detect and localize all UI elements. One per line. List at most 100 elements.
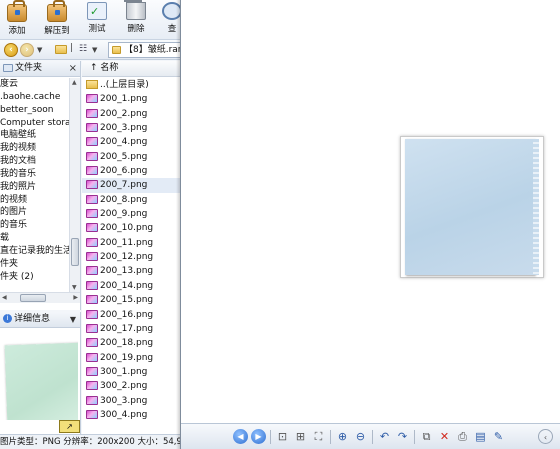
parent-folder-row[interactable]: ..(上层目录) — [82, 78, 180, 92]
path-field[interactable]: 【8】皱纸.rar\ — [108, 42, 180, 58]
tree-horizontal-thumb[interactable] — [20, 294, 46, 302]
file-row[interactable]: 200_14.png — [82, 279, 180, 293]
test-button[interactable]: 测试 — [80, 2, 114, 38]
edit-icon[interactable]: ✎ — [491, 429, 506, 444]
rotate-left-icon[interactable]: ↶ — [377, 429, 392, 444]
file-row[interactable]: 300_2.png — [82, 379, 180, 393]
png-file-icon — [86, 295, 98, 305]
file-name: 200_8.png — [100, 194, 148, 205]
file-row[interactable]: 300_3.png — [82, 394, 180, 408]
file-name: 200_12.png — [100, 252, 154, 263]
file-row[interactable]: 200_11.png — [82, 236, 180, 250]
tree-item[interactable]: 我的视频 — [0, 142, 69, 155]
copy-icon[interactable]: ⧉ — [419, 429, 434, 444]
add-archive-icon — [7, 0, 27, 22]
file-list-pane: ↑ 名称 ..(上层目录) 200_1.png 200_2.png 200_3.pn… — [82, 61, 180, 434]
tree-item[interactable]: 我的文档 — [0, 155, 69, 168]
tree-item[interactable]: Computer storag — [0, 117, 69, 130]
rotate-right-icon[interactable]: ↷ — [395, 429, 410, 444]
file-row[interactable]: 200_12.png — [82, 250, 180, 264]
save-icon[interactable]: ▤ — [473, 429, 488, 444]
scroll-down-icon[interactable]: ▼ — [72, 284, 77, 291]
png-file-icon — [86, 309, 98, 319]
file-row[interactable]: 200_10.png — [82, 221, 180, 235]
scroll-left-icon[interactable]: ◀ — [2, 294, 7, 301]
file-row[interactable]: 200_7.png — [82, 178, 180, 193]
view-mode-icon[interactable]: ☷ — [79, 44, 87, 54]
close-icon[interactable]: × — [69, 61, 77, 76]
file-row[interactable]: 200_1.png — [82, 92, 180, 106]
back-icon[interactable]: ‹ — [4, 43, 18, 57]
file-row[interactable]: 200_16.png — [82, 308, 180, 322]
tree-item[interactable]: 我的音乐 — [0, 168, 69, 181]
add-button-label: 添加 — [8, 26, 26, 36]
tree-item[interactable]: 件夹 (2) — [0, 271, 69, 284]
png-file-icon — [86, 94, 98, 104]
file-row[interactable]: 200_6.png — [82, 164, 180, 178]
extract-button[interactable]: 解压到 — [38, 0, 76, 38]
file-name: 300_3.png — [100, 395, 148, 406]
toolbar-separator — [372, 430, 373, 444]
tree-item[interactable]: 我的照片 — [0, 181, 69, 194]
extract-button-label: 解压到 — [44, 26, 70, 36]
collapse-icon[interactable]: ‹ — [538, 429, 553, 444]
tree-item[interactable]: 的音乐 — [0, 219, 69, 232]
file-name: 200_13.png — [100, 266, 154, 277]
image-canvas[interactable] — [400, 136, 544, 278]
zoom-out-icon[interactable]: ⊖ — [353, 429, 368, 444]
forward-icon[interactable]: › — [20, 43, 34, 57]
tree-item[interactable]: 电脑壁纸 — [0, 129, 69, 142]
tree-item[interactable]: 的图片 — [0, 206, 69, 219]
chevron-down-icon[interactable]: ▼ — [70, 312, 76, 327]
add-button[interactable]: 添加 — [0, 0, 34, 38]
png-file-icon — [86, 223, 98, 233]
delete-icon[interactable]: ✕ — [437, 429, 452, 444]
tree-item[interactable]: 件夹 — [0, 258, 69, 271]
tree-item[interactable]: 度云 — [0, 78, 69, 91]
view-dropdown-icon[interactable]: ▼ — [92, 46, 97, 54]
tree-item[interactable]: 直在记录我的生活 — [0, 245, 69, 258]
file-row[interactable]: 200_9.png — [82, 207, 180, 221]
zoom-in-icon[interactable]: ⊕ — [335, 429, 350, 444]
tree-item[interactable]: better_soon — [0, 104, 69, 117]
print-icon[interactable]: ⎙ — [455, 429, 470, 444]
file-name: 200_14.png — [100, 280, 154, 291]
file-row[interactable]: 300_4.png — [82, 408, 180, 422]
previous-icon[interactable]: ◀ — [233, 429, 248, 444]
scroll-right-icon[interactable]: ▶ — [73, 294, 78, 301]
file-row[interactable]: 200_4.png — [82, 135, 180, 149]
tree-item[interactable]: 的视频 — [0, 194, 69, 207]
details-header[interactable]: i 详细信息 ▼ — [0, 312, 80, 328]
open-with-viewer-icon[interactable]: ↗ — [59, 420, 80, 433]
fit-window-icon[interactable]: ⊡ — [275, 429, 290, 444]
next-icon[interactable]: ▶ — [251, 429, 266, 444]
fullscreen-icon[interactable]: ⛶ — [311, 429, 326, 444]
file-row[interactable]: 200_3.png — [82, 121, 180, 135]
actual-size-icon[interactable]: ⊞ — [293, 429, 308, 444]
file-row[interactable]: 200_13.png — [82, 264, 180, 278]
name-column-header[interactable]: ↑ 名称 — [82, 61, 180, 77]
file-row[interactable]: 200_19.png — [82, 351, 180, 365]
history-dropdown-icon[interactable]: ▼ — [37, 46, 42, 54]
parent-folder-icon — [86, 80, 98, 89]
folder-tree-pane: 文件夹 × 度云 .baohe.cache better_soon Computer … — [0, 61, 81, 310]
file-row[interactable]: 200_18.png — [82, 336, 180, 350]
file-name: 200_6.png — [100, 166, 148, 177]
file-row[interactable]: 300_1.png — [82, 365, 180, 379]
tree-vertical-thumb[interactable] — [71, 238, 79, 266]
file-row[interactable]: 200_5.png — [82, 150, 180, 164]
tree-vertical-scrollbar[interactable]: ▲ ▼ — [69, 78, 80, 292]
delete-button[interactable]: 删除 — [119, 0, 153, 38]
tree-horizontal-scrollbar[interactable]: ◀ ▶ — [0, 292, 80, 303]
scroll-up-icon[interactable]: ▲ — [72, 79, 77, 86]
png-file-icon — [86, 338, 98, 348]
tree-item[interactable]: .baohe.cache — [0, 91, 69, 104]
file-row[interactable]: 200_15.png — [82, 293, 180, 307]
file-row[interactable]: 200_17.png — [82, 322, 180, 336]
up-folder-icon[interactable] — [55, 45, 67, 54]
details-preview — [2, 340, 78, 420]
tree-item[interactable]: 载 — [0, 232, 69, 245]
folder-tree-header: 文件夹 × — [0, 61, 80, 77]
file-row[interactable]: 200_8.png — [82, 193, 180, 207]
file-row[interactable]: 200_2.png — [82, 107, 180, 121]
